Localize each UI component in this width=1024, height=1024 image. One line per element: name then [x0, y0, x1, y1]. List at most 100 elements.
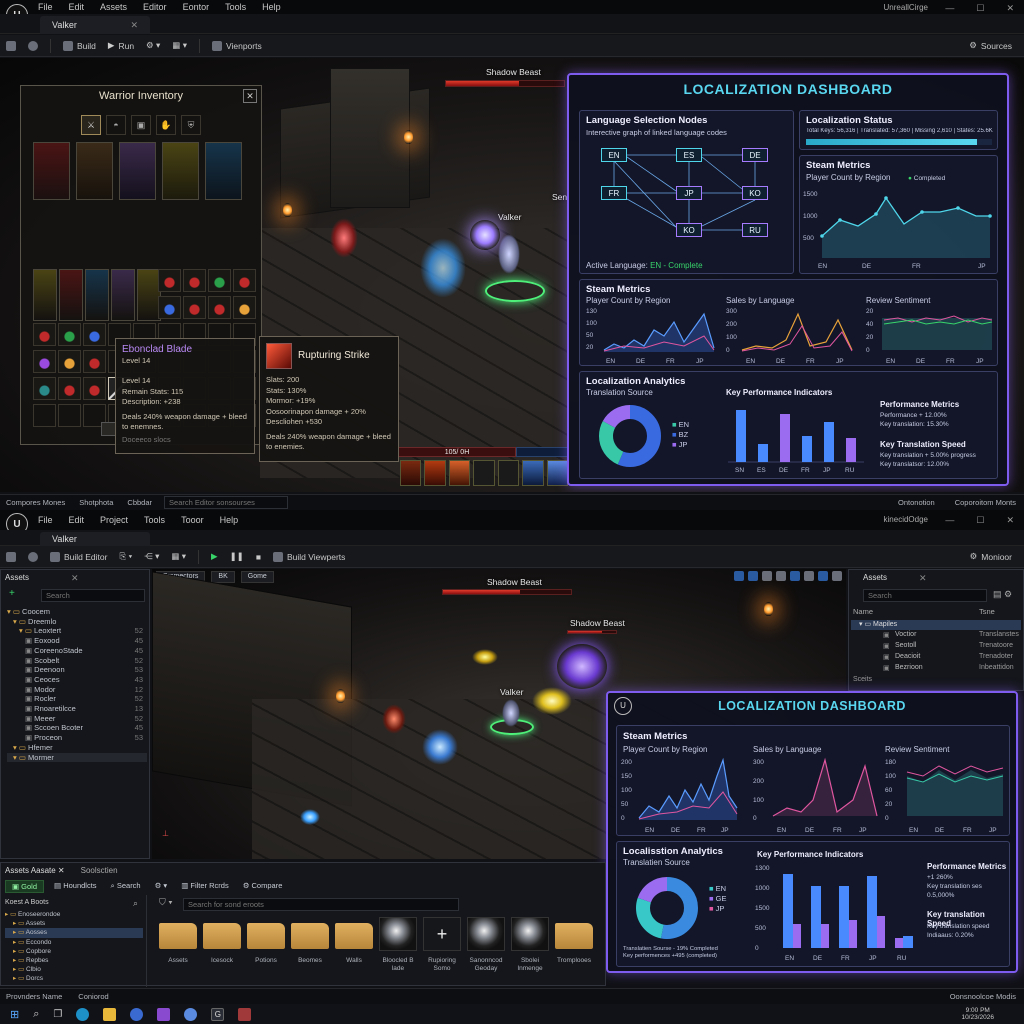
- status-item[interactable]: Compores Mones: [6, 498, 65, 507]
- outliner-row[interactable]: ▣ Bezrioon Inbeattidon: [849, 664, 1024, 675]
- edge-icon[interactable]: [76, 1007, 90, 1021]
- tab-helmets[interactable]: ◓: [106, 115, 126, 135]
- equip-slot-armor[interactable]: [119, 142, 156, 200]
- tree-item[interactable]: ▸ ▭ Repbes: [5, 956, 143, 965]
- tree-item[interactable]: ▸ ▭ Copbore: [5, 947, 143, 956]
- asset-tile[interactable]: Icesock: [200, 917, 244, 987]
- settings-dropdown[interactable]: ⚙ ▾: [140, 40, 166, 51]
- inventory-cell[interactable]: [158, 269, 181, 292]
- node-de[interactable]: DE: [742, 148, 768, 162]
- inventory-cell[interactable]: [58, 377, 81, 400]
- add-button[interactable]: ▣ Gold: [5, 880, 45, 893]
- search-icon[interactable]: ⌕: [33, 1008, 39, 1021]
- tab-shields[interactable]: ⛨: [181, 115, 201, 135]
- equip-slot-chest[interactable]: [76, 142, 113, 200]
- menu-item[interactable]: Project: [100, 515, 128, 525]
- skill-slot[interactable]: [400, 460, 422, 486]
- asset-tile[interactable]: Sanonncod Geoday: [464, 917, 508, 987]
- weapon-slot[interactable]: [85, 269, 109, 321]
- status-item[interactable]: Ontonotion: [898, 498, 935, 507]
- weapon-slot[interactable]: [33, 269, 57, 321]
- grid-dropdown[interactable]: ▦ ▾: [165, 551, 192, 562]
- menu-item[interactable]: Assets: [100, 2, 127, 12]
- asset-tile[interactable]: Assets: [156, 917, 200, 987]
- shadow-beast[interactable]: [557, 644, 607, 689]
- filter-icon[interactable]: ▤ ⚙: [993, 589, 1012, 600]
- asset-tile[interactable]: Beomes: [288, 917, 332, 987]
- player-character[interactable]: [498, 234, 520, 274]
- tab-valker[interactable]: Valker ✕: [40, 16, 150, 34]
- tab-weapons[interactable]: ⚔: [81, 115, 101, 135]
- node-ko[interactable]: KO: [742, 186, 768, 200]
- skill-slot[interactable]: [497, 460, 520, 486]
- status-item[interactable]: Coniorod: [78, 992, 108, 1001]
- status-item[interactable]: Cbbdar: [127, 498, 152, 507]
- tab-assets[interactable]: Assets Aasate ✕: [5, 866, 65, 875]
- tree-item[interactable]: ▸ ▭ Aosses: [5, 928, 143, 938]
- pause-button[interactable]: ❚❚: [224, 551, 250, 562]
- tree-item[interactable]: ▣ Ceoces 43: [7, 675, 147, 685]
- weapon-slot[interactable]: [59, 269, 83, 321]
- inventory-cell[interactable]: [183, 296, 206, 319]
- inventory-cell[interactable]: [208, 269, 231, 292]
- rotate-icon[interactable]: [748, 571, 758, 581]
- search-button[interactable]: ⌕ Search: [107, 880, 145, 893]
- stop-button[interactable]: ■: [250, 552, 267, 562]
- visual-studio-icon[interactable]: [157, 1007, 171, 1021]
- node-es[interactable]: ES: [676, 148, 702, 162]
- discord-icon[interactable]: [184, 1007, 198, 1021]
- tab-valker[interactable]: Valker: [40, 532, 150, 547]
- node-fr[interactable]: FR: [601, 186, 627, 200]
- chrome-icon[interactable]: [130, 1007, 144, 1021]
- enemy-demon[interactable]: [330, 218, 358, 258]
- inventory-cell[interactable]: [158, 296, 181, 319]
- filter-icon[interactable]: ⛉ ▾: [159, 897, 173, 908]
- skill-slot[interactable]: [546, 460, 568, 486]
- menu-item[interactable]: Edit: [69, 515, 85, 525]
- maximize-icon[interactable]: ☐: [976, 515, 984, 526]
- tree-item[interactable]: ▣ Deenoon 53: [7, 665, 147, 675]
- inventory-cell[interactable]: [233, 296, 256, 319]
- tab-selection[interactable]: Soolsctien: [81, 866, 118, 875]
- translate-icon[interactable]: [734, 571, 744, 581]
- skill-slot[interactable]: [522, 460, 544, 486]
- tree-item[interactable]: ▣ Scobelt 52: [7, 656, 147, 666]
- save-button[interactable]: [0, 40, 22, 51]
- node-ko-2[interactable]: KO: [676, 223, 702, 237]
- editor-search-input[interactable]: [164, 496, 289, 509]
- inventory-cell[interactable]: [183, 269, 206, 292]
- add-icon[interactable]: +: [9, 588, 15, 599]
- viewport-chip[interactable]: BK: [211, 571, 235, 583]
- menu-item[interactable]: Edit: [69, 2, 85, 12]
- minimize-icon[interactable]: —: [945, 515, 954, 526]
- search-icon[interactable]: ⌕: [133, 898, 138, 909]
- epic-icon[interactable]: G: [211, 1007, 225, 1021]
- skill-slot[interactable]: [473, 460, 495, 486]
- asset-tile[interactable]: + Rupioring Somo: [420, 917, 464, 987]
- inventory-cell[interactable]: [233, 269, 256, 292]
- column-type[interactable]: Tsne: [979, 607, 995, 616]
- status-item[interactable]: Shotphota: [79, 498, 113, 507]
- source-control-button[interactable]: [22, 40, 44, 51]
- inventory-cell[interactable]: [83, 350, 106, 373]
- skill-slot[interactable]: [424, 460, 446, 486]
- tree-item[interactable]: ▣ Sccoen Bcoter 45: [7, 723, 147, 733]
- task-view-icon[interactable]: ❐: [53, 1009, 62, 1020]
- sources-button[interactable]: ⚙ Sources: [963, 40, 1018, 51]
- panel-close-icon[interactable]: ✕: [919, 573, 927, 584]
- menu-item[interactable]: File: [38, 515, 53, 525]
- panel-close-icon[interactable]: ✕: [71, 573, 79, 584]
- equip-slot-gloves[interactable]: [162, 142, 199, 200]
- run-button[interactable]: ▶ Run: [102, 40, 140, 51]
- viewports-button[interactable]: Vienports: [206, 40, 268, 51]
- blueprint-dropdown[interactable]: ⎘ ▾: [113, 551, 138, 562]
- inventory-cell[interactable]: [58, 350, 81, 373]
- play-button[interactable]: ▶: [205, 551, 224, 562]
- inventory-cell[interactable]: [33, 323, 56, 346]
- game-viewport[interactable]: Shadow Beast Valker Sen 105/ 0H Warrior …: [0, 58, 1024, 492]
- tree-item[interactable]: ▸ ▭ Eccondo: [5, 938, 143, 947]
- system-clock[interactable]: 9:00 PM 10/23/2026: [961, 1007, 994, 1022]
- outliner-row[interactable]: ▣ Voctior Translanstes: [849, 631, 1024, 642]
- asset-tile[interactable]: Sbolei Inmenge: [508, 917, 552, 987]
- inventory-cell[interactable]: [83, 323, 106, 346]
